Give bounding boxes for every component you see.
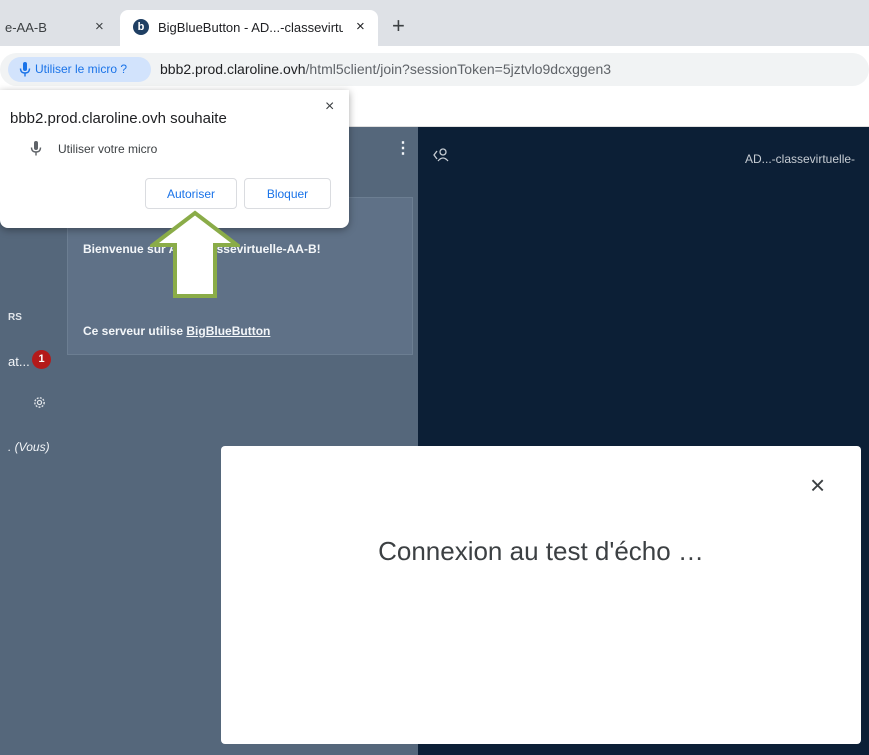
url-text[interactable]: bbb2.prod.claroline.ovh/html5client/join… [160, 61, 611, 77]
unread-badge: 1 [32, 350, 51, 369]
server-prefix: Ce serveur utilise [83, 324, 187, 338]
close-icon[interactable]: × [810, 472, 825, 498]
gear-icon[interactable] [32, 395, 47, 414]
permission-label: Utiliser votre micro [58, 142, 158, 156]
browser-tab-inactive[interactable]: e-AA-B × [0, 10, 120, 46]
url-host: bbb2.prod.claroline.ovh [160, 61, 306, 77]
mic-permission-chip[interactable]: Utiliser le micro ? [8, 57, 151, 82]
bigbluebutton-link[interactable]: BigBlueButton [186, 324, 270, 338]
up-arrow-annotation [150, 210, 240, 298]
sidebar-item-public-chat[interactable]: at... [8, 354, 30, 369]
echo-test-message: Connexion au test d'écho … [378, 536, 704, 566]
more-options-icon[interactable]: ⋮ [395, 138, 411, 158]
url-path: /html5client/join?sessionToken=5jztvlo9d… [305, 61, 612, 77]
browser-tab-active[interactable]: b BigBlueButton - AD...-classevirtuelle … [120, 10, 378, 46]
sidebar-current-user[interactable]: . (Vous) [8, 440, 50, 454]
close-icon[interactable]: × [325, 98, 334, 116]
mic-icon [19, 62, 31, 82]
close-tab-icon[interactable]: × [356, 18, 365, 35]
echo-test-modal: × Connexion au test d'écho … [221, 446, 861, 744]
bigbluebutton-favicon-icon: b [133, 19, 149, 35]
close-tab-icon[interactable]: × [95, 18, 104, 35]
sidebar-section-heading: RS [8, 312, 22, 323]
server-text: Ce serveur utilise BigBlueButton [83, 324, 270, 338]
mic-chip-label: Utiliser le micro ? [35, 62, 128, 76]
tab-title: e-AA-B [5, 20, 47, 35]
user-list-toggle-icon[interactable] [432, 148, 450, 166]
new-tab-button[interactable]: + [392, 15, 405, 37]
permission-title: bbb2.prod.claroline.ovh souhaite [10, 110, 227, 127]
mic-permission-popup: bbb2.prod.claroline.ovh souhaite × Utili… [0, 90, 349, 228]
mic-icon [30, 141, 42, 161]
block-button[interactable]: Bloquer [244, 178, 331, 209]
tab-title: BigBlueButton - AD...-classevirtuelle [158, 20, 343, 35]
meeting-title: AD...-classevirtuelle- [745, 152, 856, 166]
allow-button[interactable]: Autoriser [145, 178, 237, 209]
